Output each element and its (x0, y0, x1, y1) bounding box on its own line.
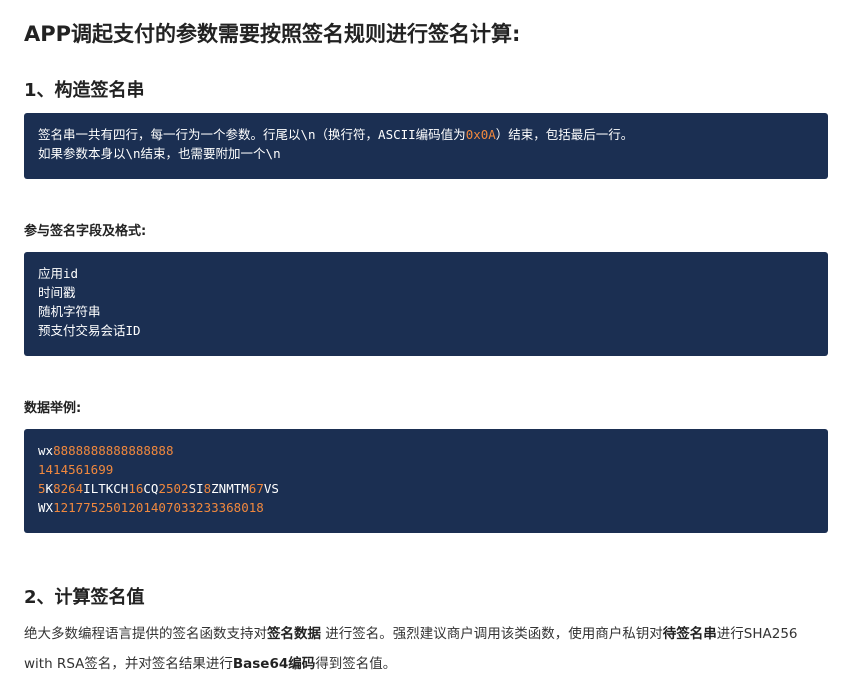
section-heading-compute: 2、计算签名值 (24, 587, 145, 608)
code-highlight: 1414561699 (38, 462, 114, 477)
page-title: APP调起支付的参数需要按照签名规则进行签名计算: (24, 22, 521, 46)
code-highlight: 0x0A (465, 127, 496, 142)
field-item: 随机字符串 (38, 304, 101, 319)
code-text: WX (38, 500, 54, 515)
code-highlight: 8 (256, 500, 264, 515)
code-text: SI (188, 481, 204, 496)
example-line: wx8888888888888888 (38, 441, 814, 460)
code-text: VS (263, 481, 279, 496)
code-highlight: 2502 (158, 481, 189, 496)
paragraph-text: 绝大多数编程语言提供的签名函数支持对 (24, 626, 267, 642)
code-highlight: 8888888888888888 (53, 443, 174, 458)
paragraph-text: 得到签名值。 (315, 656, 397, 672)
field-item: 应用id (38, 266, 79, 281)
code-text: ）结束，包括最后一行。 (495, 127, 634, 142)
code-highlight: 16 (128, 481, 144, 496)
code-text: 签名串一共有四行，每一行为一个参数。行尾以\n（换行符，ASCII编码值为 (38, 127, 466, 142)
emphasis-text: 签名数据 (267, 626, 321, 642)
code-highlight: 67 (248, 481, 264, 496)
rules-line: 签名串一共有四行，每一行为一个参数。行尾以\n（换行符，ASCII编码值为0x0… (38, 125, 814, 144)
signature-rules-codebox: 签名串一共有四行，每一行为一个参数。行尾以\n（换行符，ASCII编码值为0x0… (24, 113, 828, 179)
example-line: 1414561699 (38, 460, 814, 479)
fields-codebox: 应用id 时间戳随机字符串预支付交易会话ID (24, 252, 828, 356)
code-highlight: 8264 (53, 481, 84, 496)
compute-paragraph: 绝大多数编程语言提供的签名函数支持对签名数据 进行签名。强烈建议商户调用该类函数… (24, 619, 828, 679)
code-highlight: 5 (38, 481, 46, 496)
code-text: K (45, 481, 54, 496)
example-line: WX1217752501201407033233368018 (38, 498, 814, 517)
fields-heading: 参与签名字段及格式: (24, 224, 147, 239)
code-text: 如果参数本身以\n结束，也需要附加一个\n (38, 146, 281, 161)
field-item: 时间戳 (38, 285, 76, 300)
emphasis-text: Base64编码 (232, 656, 316, 672)
code-text: ILTKCH (83, 481, 129, 496)
example-heading: 数据举例: (24, 401, 82, 416)
emphasis-text: 待签名串 (662, 626, 717, 642)
example-codebox: wx8888888888888888 1414561699 5K8264ILTKCH… (24, 429, 828, 533)
code-highlight: 121775250120140703323336801 (53, 500, 257, 515)
code-text: wx (38, 443, 54, 458)
section-heading-construct: 1、构造签名串 (24, 80, 145, 101)
example-line: 5K8264ILTKCH16CQ2502SI8ZNMTM67VS (38, 479, 814, 498)
rules-line: 如果参数本身以\n结束，也需要附加一个\n (38, 144, 814, 163)
code-text: ZNMTM (211, 481, 249, 496)
code-text: CQ (143, 481, 159, 496)
paragraph-text: 进行签名。强烈建议商户调用该类函数，使用商户私钥对 (321, 626, 663, 642)
field-item: 预支付交易会话ID (38, 323, 141, 338)
